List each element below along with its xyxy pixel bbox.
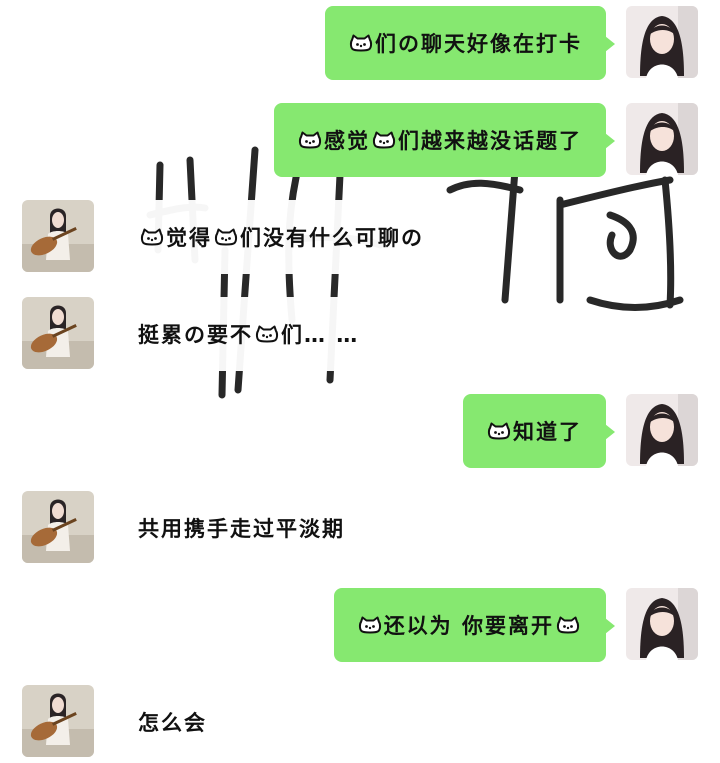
my-avatar[interactable] <box>626 394 698 466</box>
message-text: 们没有什么可聊の <box>240 226 424 250</box>
message-row-received: 挺累の要不 们… … <box>0 297 720 371</box>
message-text: 感觉 <box>324 129 370 153</box>
message-bubble[interactable]: 共用携手走过平淡期 <box>109 491 367 565</box>
message-text: 们の聊天好像在打卡 <box>375 32 582 56</box>
cat-face-icon <box>487 422 511 440</box>
contact-avatar[interactable] <box>22 491 94 563</box>
message-text: 怎么会 <box>138 711 207 735</box>
message-row-sent: 感觉 们越来越没话题了 <box>0 103 720 177</box>
my-avatar[interactable] <box>626 6 698 78</box>
my-avatar[interactable] <box>626 588 698 660</box>
message-row-sent: 还以为 你要离开 <box>0 588 720 662</box>
contact-avatar[interactable] <box>22 200 94 272</box>
message-text: 们… … <box>281 323 360 347</box>
message-text: 们越来越没话题了 <box>398 129 582 153</box>
cat-face-icon <box>255 325 279 343</box>
message-row-received: 怎么会 <box>0 685 720 759</box>
cat-face-icon <box>298 131 322 149</box>
my-avatar[interactable] <box>626 103 698 175</box>
cat-face-icon <box>349 34 373 52</box>
message-row-received: 共用携手走过平淡期 <box>0 491 720 565</box>
contact-avatar[interactable] <box>22 685 94 757</box>
message-bubble[interactable]: 觉得 们没有什么可聊の <box>109 200 446 274</box>
cat-face-icon <box>372 131 396 149</box>
message-text: 还以为 你要离开 <box>383 614 554 638</box>
message-text: 觉得 <box>166 226 212 250</box>
cat-face-icon <box>214 228 238 246</box>
message-text: 共用携手走过平淡期 <box>138 517 345 541</box>
message-bubble[interactable]: 感觉 们越来越没话题了 <box>274 103 615 177</box>
message-text: 挺累の要不 <box>138 323 253 347</box>
message-row-sent: 们の聊天好像在打卡 <box>0 6 720 80</box>
message-row-sent: 知道了 <box>0 394 720 468</box>
chat-screen: 们の聊天好像在打卡感觉 们越来越没话题了觉得 们没有什么可聊の挺累の要不 们… … 知道… <box>0 0 720 763</box>
message-bubble[interactable]: 们の聊天好像在打卡 <box>325 6 615 80</box>
message-text: 知道了 <box>513 420 582 444</box>
contact-avatar[interactable] <box>22 297 94 369</box>
message-bubble[interactable]: 知道了 <box>463 394 615 468</box>
message-bubble[interactable]: 挺累の要不 们… … <box>108 297 382 371</box>
cat-face-icon <box>556 616 580 634</box>
message-row-received: 觉得 们没有什么可聊の <box>0 200 720 274</box>
message-bubble[interactable]: 怎么会 <box>109 685 229 759</box>
cat-face-icon <box>358 616 381 634</box>
message-bubble[interactable]: 还以为 你要离开 <box>333 588 616 662</box>
cat-face-icon <box>140 228 164 246</box>
